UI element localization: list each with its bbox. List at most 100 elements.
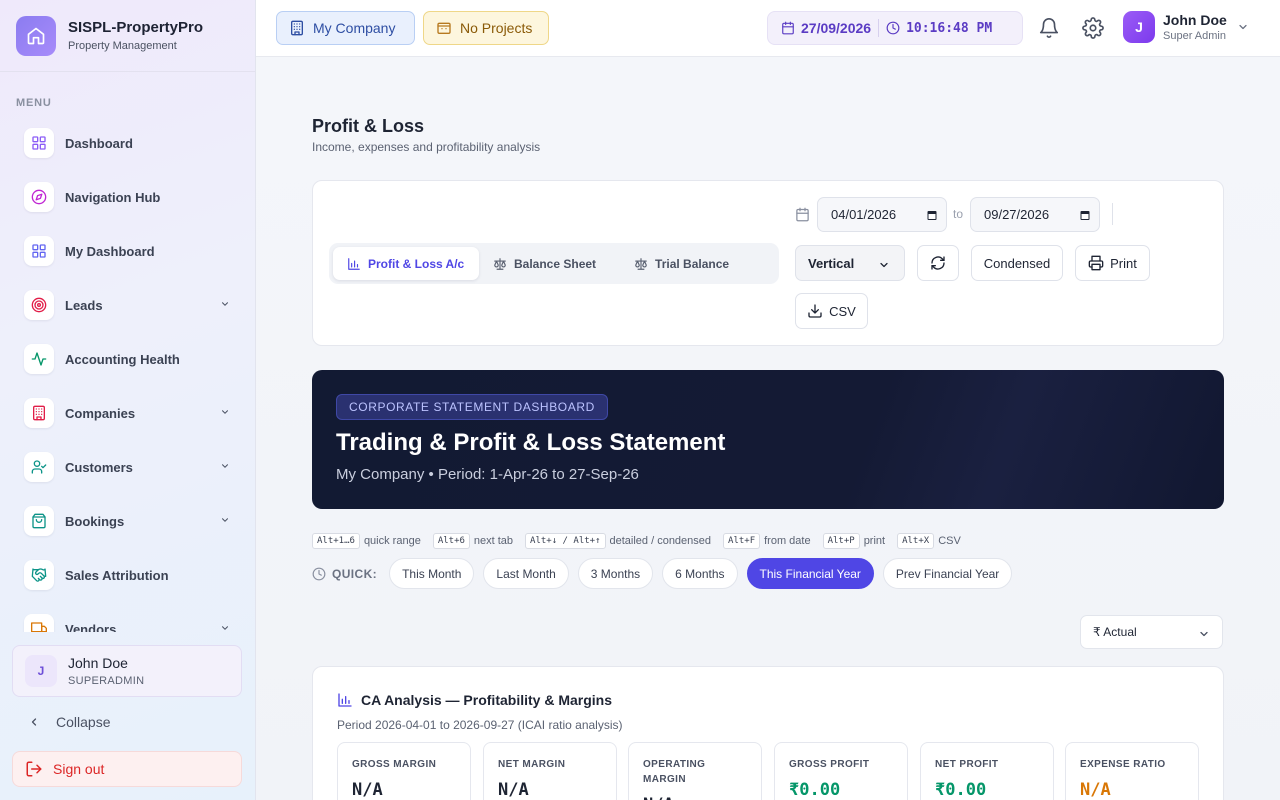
metric-card-gross-margin: GROSS MARGIN N/A <box>337 742 471 800</box>
sidebar-item-customers[interactable]: Customers <box>0 440 256 494</box>
sidebar-item-accounting-health[interactable]: Accounting Health <box>0 332 256 386</box>
shortcut-key: Alt+1…6 <box>312 533 360 549</box>
sidebar-item-navigation-hub[interactable]: Navigation Hub <box>0 170 256 224</box>
sign-out-label: Sign out <box>53 761 105 777</box>
chevron-down-icon[interactable] <box>220 461 230 471</box>
top-bar: My Company No Projects 27/09/2026 10:16:… <box>256 0 1280 57</box>
quick-range-this-month[interactable]: This Month <box>389 558 475 589</box>
notifications-button[interactable] <box>1038 17 1060 39</box>
metric-value: N/A <box>1080 780 1111 800</box>
sidebar-user-card[interactable]: J John Doe SUPERADMIN <box>12 645 242 697</box>
refresh-icon <box>931 256 945 270</box>
from-date-value: 04/01/2026 <box>831 207 897 222</box>
sidebar-item-companies[interactable]: Companies <box>0 386 256 440</box>
shortcut-label: quick range <box>363 535 421 547</box>
user-menu[interactable]: J John Doe Super Admin <box>1123 11 1249 43</box>
collapse-button[interactable]: Collapse <box>28 714 110 730</box>
condensed-button[interactable]: Condensed <box>971 245 1063 281</box>
sign-out-button[interactable]: Sign out <box>12 751 242 787</box>
clock-icon <box>886 21 900 35</box>
handshake-icon <box>24 560 54 590</box>
target-icon <box>24 290 54 320</box>
chevron-down-icon[interactable] <box>220 515 230 525</box>
metric-label: NET PROFIT <box>935 759 999 770</box>
metric-card-operating-margin: OPERATING MARGIN N/A <box>628 742 762 800</box>
shortcut-hint: Alt+1…6 quick range <box>312 533 421 549</box>
sidebar-item-my-dashboard[interactable]: My Dashboard <box>0 224 256 278</box>
current-date: 27/09/2026 <box>801 20 872 36</box>
grid-icon <box>24 236 54 266</box>
quick-range-buttons: This Month Last Month 3 Months 6 Months This… <box>389 558 1021 589</box>
project-selector[interactable]: No Projects <box>423 11 549 45</box>
page-subtitle: Income, expenses and profitability analy… <box>312 140 541 154</box>
projects-label: No Projects <box>460 20 533 36</box>
quick-range-prev-financial-year[interactable]: Prev Financial Year <box>882 558 1013 589</box>
metric-value: N/A <box>643 795 747 800</box>
home-icon <box>16 15 56 56</box>
avatar: J <box>25 655 57 687</box>
sidebar-item-label: Accounting Health <box>65 351 180 367</box>
download-icon <box>808 304 822 318</box>
sidebar-user-role: SUPERADMIN <box>68 675 145 687</box>
chevron-down-icon[interactable] <box>220 623 230 632</box>
quick-range-last-month[interactable]: Last Month <box>483 558 569 589</box>
printer-icon <box>1088 255 1104 271</box>
sidebar-item-leads[interactable]: Leads <box>0 278 256 332</box>
ca-analysis-card: CA Analysis — Profitability & Margins Pe… <box>312 666 1224 800</box>
shortcut-label: next tab <box>473 535 514 547</box>
layout-select[interactable]: Vertical <box>795 245 905 281</box>
shortcut-label: CSV <box>938 535 961 547</box>
metric-label: GROSS PROFIT <box>789 759 870 770</box>
building-icon <box>24 398 54 428</box>
tab-trial-balance[interactable]: Trial Balance <box>620 247 743 280</box>
sidebar-item-dashboard[interactable]: Dashboard <box>0 116 256 170</box>
to-date-value: 09/27/2026 <box>984 207 1050 222</box>
sidebar-item-bookings[interactable]: Bookings <box>0 494 256 548</box>
sidebar-item-label: My Dashboard <box>65 243 155 259</box>
shortcut-key: Alt+F <box>723 533 761 549</box>
amount-format-select[interactable]: ₹ Actual <box>1080 615 1223 649</box>
tab-profit-loss[interactable]: Profit & Loss A/c <box>333 247 479 280</box>
csv-button[interactable]: CSV <box>795 293 868 329</box>
collapse-label: Collapse <box>56 714 111 730</box>
from-date-input[interactable]: 04/01/2026 <box>817 197 947 232</box>
compass-icon <box>24 182 54 212</box>
print-button[interactable]: Print <box>1075 245 1150 281</box>
tab-label: Profit & Loss A/c <box>368 256 465 271</box>
sidebar-item-label: Navigation Hub <box>65 189 161 205</box>
sidebar-item-label: Sales Attribution <box>65 567 169 583</box>
quick-range-bar: QUICK: This Month Last Month 3 Months 6 Mon… <box>312 558 1021 589</box>
chevron-down-icon[interactable] <box>220 407 230 417</box>
calendar-icon[interactable] <box>926 209 938 221</box>
metric-card-gross-profit: GROSS PROFIT ₹0.00 <box>774 742 908 800</box>
avatar: J <box>1123 11 1155 43</box>
chevron-down-icon[interactable] <box>220 299 230 309</box>
company-selector[interactable]: My Company <box>276 11 415 45</box>
sidebar-item-sales-attribution[interactable]: Sales Attribution <box>0 548 256 602</box>
log-out-icon <box>26 761 42 777</box>
calendar-icon[interactable] <box>1079 209 1091 221</box>
tab-balance-sheet[interactable]: Balance Sheet <box>479 247 610 280</box>
sidebar-item-vendors[interactable]: Vendors <box>0 602 256 632</box>
quick-range-6-months[interactable]: 6 Months <box>662 558 738 589</box>
sidebar-item-label: Vendors <box>65 621 117 633</box>
quick-range-this-financial-year[interactable]: This Financial Year <box>746 558 874 589</box>
calendar-icon <box>782 21 794 35</box>
gear-icon <box>1082 17 1104 39</box>
refresh-button[interactable] <box>917 245 959 281</box>
settings-button[interactable] <box>1082 17 1104 39</box>
shortcut-hint: Alt+P print <box>822 533 885 549</box>
shortcut-hint: Alt+F from date <box>723 533 811 549</box>
bar-chart-icon <box>338 693 352 707</box>
quick-range-3-months[interactable]: 3 Months <box>577 558 654 589</box>
tab-label: Trial Balance <box>655 256 730 271</box>
brand[interactable]: SISPL-PropertyPro Property Management <box>0 0 255 72</box>
to-label: to <box>953 207 964 221</box>
date-time-display: 27/09/2026 10:16:48 PM <box>767 11 1023 45</box>
to-date-input[interactable]: 09/27/2026 <box>970 197 1100 232</box>
shortcut-label: from date <box>764 535 811 547</box>
ca-analysis-title: CA Analysis — Profitability & Margins <box>337 692 612 708</box>
metric-value: N/A <box>498 780 529 800</box>
brand-subtitle: Property Management <box>68 40 177 52</box>
metric-card-net-profit: NET PROFIT ₹0.00 <box>920 742 1054 800</box>
